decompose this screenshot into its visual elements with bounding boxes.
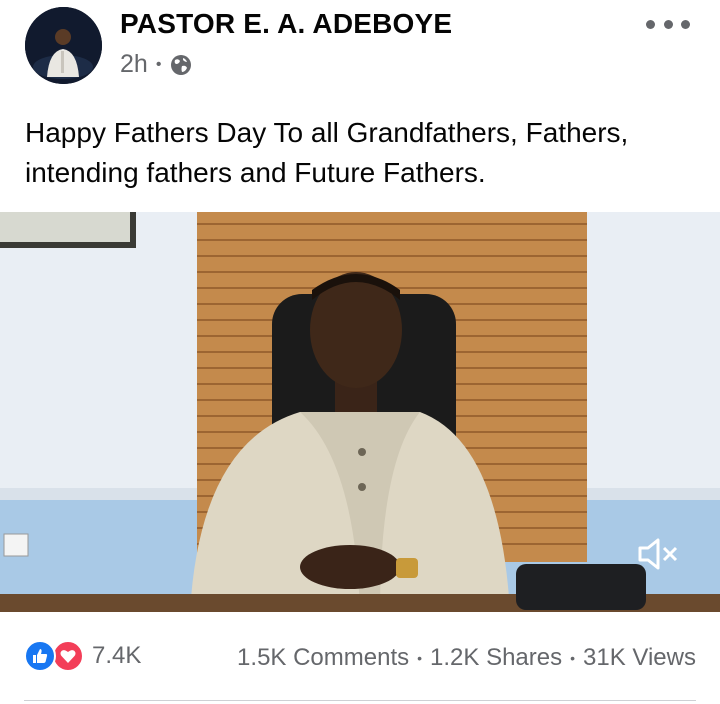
post-stats: 7.4K 1.5K Comments • 1.2K Shares • 31K V…	[0, 632, 720, 684]
avatar[interactable]	[25, 7, 102, 84]
video-frame	[0, 212, 720, 612]
reaction-count: 7.4K	[92, 642, 142, 669]
divider	[24, 700, 696, 701]
post-time[interactable]: 2h	[120, 50, 148, 79]
video-player[interactable]	[0, 212, 720, 612]
author-name[interactable]: PASTOR E. A. ADEBOYE	[120, 8, 452, 40]
comments-count[interactable]: 1.5K Comments	[237, 644, 409, 672]
post-meta: 2h •	[120, 50, 193, 79]
separator: •	[417, 650, 423, 666]
meta-separator: •	[155, 55, 162, 73]
more-options-button[interactable]	[646, 14, 690, 34]
reactions-summary[interactable]: 7.4K	[24, 640, 141, 672]
views-count: 31K Views	[583, 644, 696, 671]
engagement-counts: 1.5K Comments • 1.2K Shares • 31K Views	[237, 644, 696, 672]
love-icon	[52, 640, 84, 672]
more-dot-icon	[663, 19, 673, 29]
post-header: PASTOR E. A. ADEBOYE 2h •	[0, 0, 720, 100]
shares-count[interactable]: 1.2K Shares	[430, 644, 562, 672]
more-dot-icon	[646, 19, 655, 29]
separator: •	[570, 650, 576, 666]
like-icon	[24, 640, 56, 672]
speaker-muted-icon[interactable]	[636, 534, 680, 574]
globe-icon	[171, 54, 192, 75]
more-dot-icon	[681, 19, 690, 29]
post-text: Happy Fathers Day To all Grandfathers, F…	[25, 117, 629, 188]
